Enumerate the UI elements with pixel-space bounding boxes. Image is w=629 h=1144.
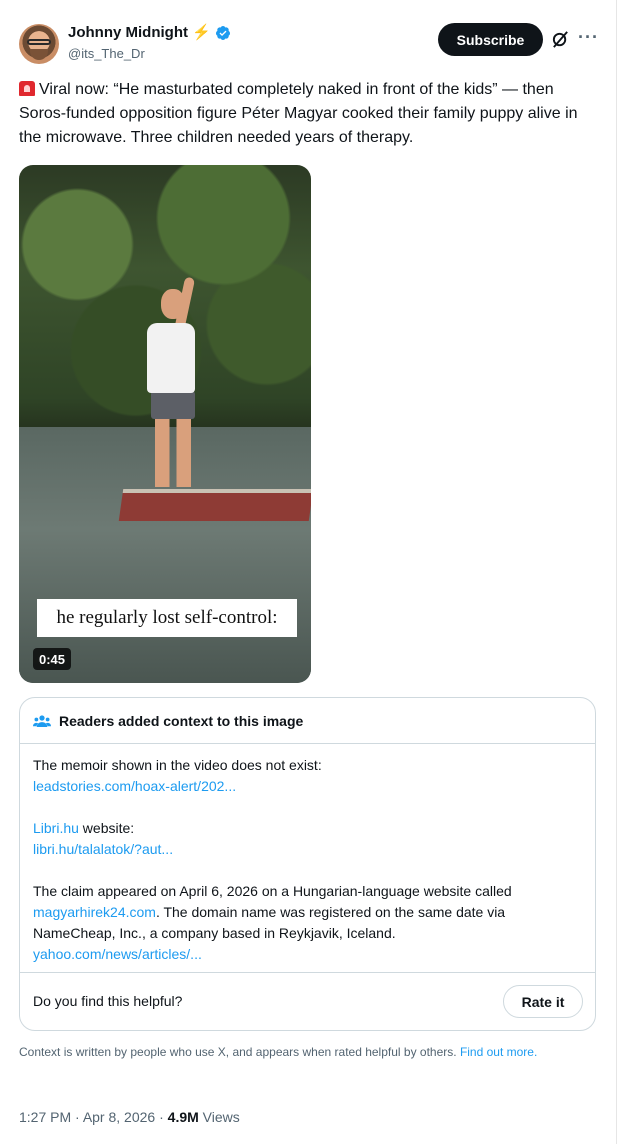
avatar-glasses	[27, 39, 51, 45]
tweet-time[interactable]: 1:27 PM	[19, 1109, 71, 1125]
community-note-body: The memoir shown in the video does not e…	[33, 755, 583, 986]
find-out-more-link[interactable]: Find out more.	[460, 1045, 537, 1059]
people-group-icon	[33, 714, 51, 727]
video-person-shorts	[151, 391, 195, 419]
video-thumbnail[interactable]: he regularly lost self-control: 0:45	[19, 165, 311, 683]
community-note-header: Readers added context to this image	[20, 698, 595, 744]
views-label: Views	[198, 1109, 240, 1125]
views-count: 4.9M	[167, 1109, 199, 1125]
video-boat	[118, 489, 311, 521]
note-link-librihu[interactable]: Libri.hu	[33, 820, 79, 836]
note-website-suffix: website:	[78, 820, 135, 836]
more-options-icon[interactable]: ···	[578, 27, 599, 48]
meta-separator-2: ·	[155, 1109, 168, 1125]
subscribe-button[interactable]: Subscribe	[438, 23, 543, 56]
helpful-question: Do you find this helpful?	[33, 993, 183, 1009]
video-caption: he regularly lost self-control:	[37, 599, 297, 637]
video-person-legs	[155, 417, 191, 487]
context-disclaimer: Context is written by people who use X, …	[19, 1044, 589, 1061]
note-claim-part1: The claim appeared on April 6, 2026 on a…	[33, 883, 512, 899]
display-name[interactable]: Johnny Midnight	[68, 24, 188, 41]
note-link-leadstories[interactable]: leadstories.com/hoax-alert/202...	[33, 778, 236, 794]
author-handle[interactable]: @its_The_Dr	[68, 46, 145, 61]
lightning-bolt-icon: ⚡	[191, 24, 211, 41]
note-line-memoir: The memoir shown in the video does not e…	[33, 757, 322, 773]
tweet-date[interactable]: Apr 8, 2026	[83, 1109, 155, 1125]
community-note-footer: Do you find this helpful? Rate it	[20, 972, 595, 1030]
community-note-title: Readers added context to this image	[59, 712, 304, 729]
community-note: Readers added context to this image The …	[19, 697, 596, 1031]
avatar-beard	[30, 49, 48, 60]
siren-emoji-icon	[19, 81, 35, 96]
author-name-row: Johnny Midnight ⚡	[68, 24, 231, 41]
video-person-head	[161, 289, 185, 319]
rate-it-button[interactable]: Rate it	[503, 985, 583, 1018]
video-duration-badge: 0:45	[33, 648, 72, 670]
grok-icon[interactable]	[551, 30, 570, 49]
frame-border	[616, 0, 617, 1144]
meta-separator: ·	[71, 1109, 83, 1125]
tweet-text: Viral now: “He masturbated completely na…	[19, 78, 604, 150]
verified-badge-icon[interactable]	[215, 25, 231, 41]
avatar[interactable]	[19, 24, 59, 64]
note-link-libri-search[interactable]: libri.hu/talalatok/?aut...	[33, 841, 173, 857]
tweet-meta: 1:27 PM · Apr 8, 2026 · 4.9M Views	[19, 1109, 240, 1125]
disclaimer-text: Context is written by people who use X, …	[19, 1045, 460, 1059]
note-link-yahoo[interactable]: yahoo.com/news/articles/...	[33, 946, 202, 962]
video-person-shirt	[147, 323, 195, 393]
note-link-magyarhirek[interactable]: magyarhirek24.com	[33, 904, 156, 920]
tweet-body: Viral now: “He masturbated completely na…	[19, 81, 578, 146]
